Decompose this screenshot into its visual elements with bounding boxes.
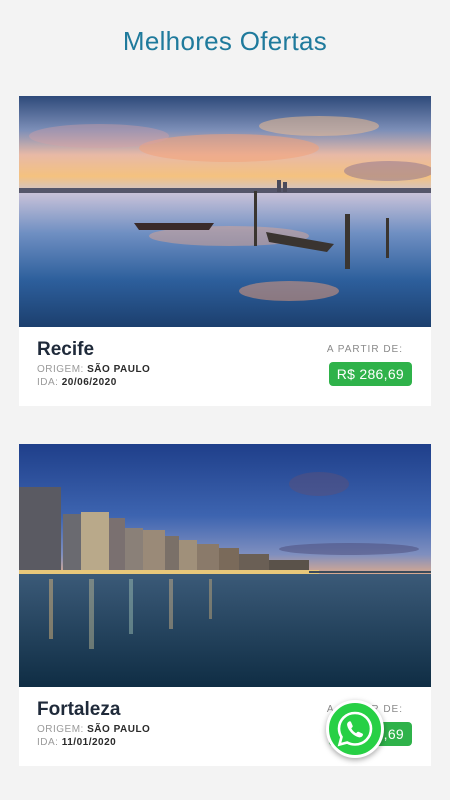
- offer-info: Recife ORIGEM: SÃO PAULO IDA: 20/06/2020…: [19, 327, 431, 406]
- page-title: Melhores Ofertas: [122, 26, 328, 56]
- date-value: 20/06/2020: [61, 377, 117, 388]
- price-badge[interactable]: R$ 286,69: [328, 362, 412, 386]
- date-label: IDA:: [37, 377, 59, 388]
- offer-photo-fortaleza: [19, 444, 431, 687]
- date-label: IDA:: [37, 737, 59, 748]
- whatsapp-icon: [337, 711, 373, 747]
- offer-card-recife[interactable]: Recife ORIGEM: SÃO PAULO IDA: 20/06/2020…: [19, 96, 431, 406]
- from-label: A PARTIR DE:: [326, 344, 403, 355]
- origin-value: SÃO PAULO: [87, 364, 151, 375]
- origin-label: ORIGEM:: [37, 364, 84, 375]
- offer-origin: ORIGEM: SÃO PAULO: [37, 724, 150, 735]
- origin-value: SÃO PAULO: [87, 724, 151, 735]
- date-value: 11/01/2020: [61, 737, 117, 748]
- offer-date: IDA: 20/06/2020: [37, 377, 117, 388]
- whatsapp-button[interactable]: [326, 700, 384, 758]
- offer-city: Fortaleza: [37, 699, 121, 720]
- offer-origin: ORIGEM: SÃO PAULO: [37, 364, 150, 375]
- offer-city: Recife: [37, 339, 95, 360]
- offer-date: IDA: 11/01/2020: [37, 737, 116, 748]
- offer-photo-recife: [19, 96, 431, 327]
- origin-label: ORIGEM:: [37, 724, 84, 735]
